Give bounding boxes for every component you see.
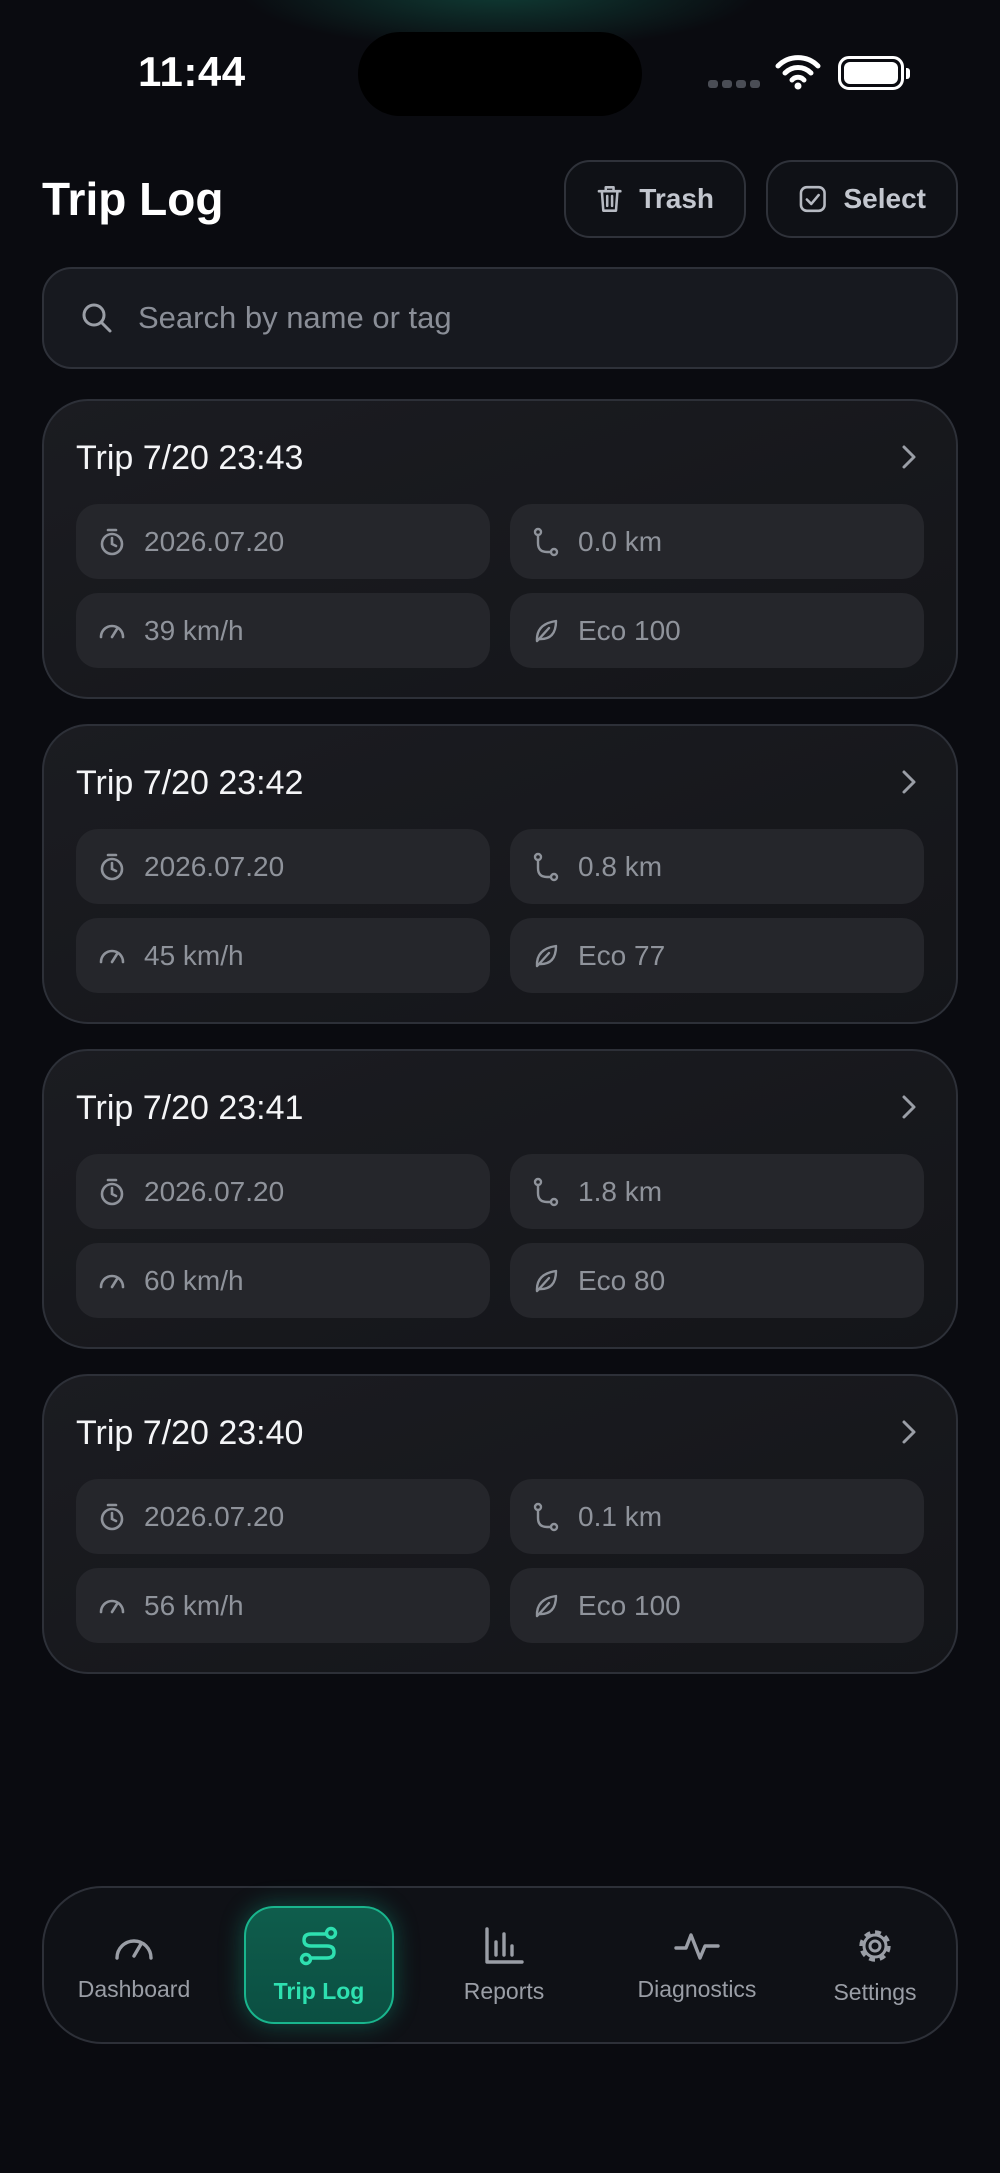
- trip-card[interactable]: Trip 7/20 23:42 2026.07.20 0.8 km 45 km/…: [42, 724, 958, 1024]
- select-button[interactable]: Select: [766, 160, 958, 238]
- chevron-right-icon: [902, 1095, 916, 1119]
- trip-eco: Eco 100: [578, 1589, 681, 1621]
- route-icon: [299, 1926, 338, 1965]
- trip-name: Trip 7/20 23:40: [76, 1414, 304, 1452]
- trip-name: Trip 7/20 23:43: [76, 439, 304, 477]
- leaf-icon: [535, 619, 558, 642]
- trip-eco-chip: Eco 77: [510, 918, 924, 993]
- leaf-icon: [535, 1594, 558, 1617]
- battery-icon: [838, 56, 910, 90]
- trip-distance-chip: 0.1 km: [510, 1479, 924, 1554]
- stopwatch-icon: [100, 853, 124, 880]
- trip-date: 2026.07.20: [144, 525, 285, 557]
- trash-icon: [597, 186, 622, 212]
- chevron-right-icon: [902, 445, 916, 469]
- trip-distance-chip: 0.8 km: [510, 829, 924, 904]
- bar-chart-icon: [485, 1926, 524, 1964]
- select-label: Select: [843, 183, 927, 214]
- trash-button[interactable]: Trash: [564, 160, 746, 238]
- trip-date-chip: 2026.07.20: [76, 829, 490, 904]
- checkbox-icon: [799, 185, 826, 213]
- trip-speed-chip: 39 km/h: [76, 593, 490, 668]
- search-bar[interactable]: [42, 267, 958, 369]
- trip-name: Trip 7/20 23:41: [76, 1089, 304, 1127]
- tab-dashboard[interactable]: Dashboard: [64, 1906, 204, 2024]
- stopwatch-icon: [100, 1503, 124, 1530]
- pulse-icon: [674, 1932, 720, 1960]
- trip-eco: Eco 77: [578, 939, 666, 971]
- trip-date: 2026.07.20: [144, 1175, 285, 1207]
- chevron-right-icon: [902, 1420, 916, 1444]
- trip-eco-chip: Eco 80: [510, 1243, 924, 1318]
- trip-date: 2026.07.20: [144, 1500, 285, 1532]
- search-icon: [82, 303, 112, 333]
- trip-eco-chip: Eco 100: [510, 593, 924, 668]
- stopwatch-icon: [100, 1178, 124, 1205]
- speedometer-icon: [99, 1599, 125, 1613]
- trip-speed: 56 km/h: [144, 1589, 244, 1621]
- route-icon: [533, 1177, 559, 1206]
- trip-speed: 60 km/h: [144, 1264, 244, 1296]
- trip-date-chip: 2026.07.20: [76, 1154, 490, 1229]
- trip-distance: 0.1 km: [578, 1500, 663, 1532]
- gear-icon: [859, 1929, 891, 1962]
- route-icon: [533, 852, 559, 881]
- tab-label: Trip Log: [273, 1977, 365, 2004]
- tab-diagnostics[interactable]: Diagnostics: [607, 1906, 787, 2024]
- trip-distance-chip: 0.0 km: [510, 504, 924, 579]
- trip-eco: Eco 100: [578, 614, 681, 646]
- trip-speed-chip: 56 km/h: [76, 1568, 490, 1643]
- tab-settings[interactable]: Settings: [810, 1906, 940, 2024]
- trip-date-chip: 2026.07.20: [76, 504, 490, 579]
- trip-card[interactable]: Trip 7/20 23:43 2026.07.20 0.0 km 39 km/…: [42, 399, 958, 699]
- tab-trip-log[interactable]: Trip Log: [244, 1906, 394, 2024]
- trip-card[interactable]: Trip 7/20 23:40 2026.07.20 0.1 km 56 km/…: [42, 1374, 958, 1674]
- trip-eco: Eco 80: [578, 1264, 666, 1296]
- tab-label: Diagnostics: [637, 1975, 757, 2002]
- trip-eco-chip: Eco 100: [510, 1568, 924, 1643]
- speedometer-icon: [99, 1274, 125, 1288]
- leaf-icon: [535, 944, 558, 967]
- trip-date-chip: 2026.07.20: [76, 1479, 490, 1554]
- route-icon: [533, 527, 559, 556]
- stopwatch-icon: [100, 528, 124, 555]
- trip-date: 2026.07.20: [144, 850, 285, 882]
- bottom-tab-bar: Dashboard Trip Log Reports Diagnostics S…: [42, 1886, 958, 2044]
- trip-distance: 0.8 km: [578, 850, 663, 882]
- trip-list: Trip 7/20 23:43 2026.07.20 0.0 km 39 km/…: [42, 399, 958, 1699]
- trip-speed: 45 km/h: [144, 939, 244, 971]
- cellular-signal-icon: [708, 80, 760, 88]
- search-input[interactable]: [138, 300, 898, 336]
- gauge-icon: [115, 1938, 153, 1960]
- trip-distance: 1.8 km: [578, 1175, 663, 1207]
- trip-distance: 0.0 km: [578, 525, 663, 557]
- trip-card[interactable]: Trip 7/20 23:41 2026.07.20 1.8 km 60 km/…: [42, 1049, 958, 1349]
- leaf-icon: [535, 1269, 558, 1292]
- tab-label: Reports: [463, 1977, 545, 2004]
- trip-name: Trip 7/20 23:42: [76, 764, 304, 802]
- tab-reports[interactable]: Reports: [434, 1906, 574, 2024]
- tab-label: Dashboard: [77, 1975, 191, 2002]
- speedometer-icon: [99, 624, 125, 638]
- page-title: Trip Log: [42, 173, 224, 225]
- trip-speed: 39 km/h: [144, 614, 244, 646]
- chevron-right-icon: [902, 770, 916, 794]
- route-icon: [533, 1502, 559, 1531]
- trip-log-screen: 11:44 Trip Log Trash Select Trip 7: [0, 0, 1000, 2173]
- trash-label: Trash: [639, 183, 714, 214]
- trip-distance-chip: 1.8 km: [510, 1154, 924, 1229]
- tab-label: Settings: [833, 1978, 917, 2005]
- dynamic-island: [358, 32, 642, 116]
- trip-speed-chip: 60 km/h: [76, 1243, 490, 1318]
- status-time: 11:44: [138, 48, 246, 95]
- wifi-icon: [775, 55, 821, 90]
- trip-speed-chip: 45 km/h: [76, 918, 490, 993]
- speedometer-icon: [99, 949, 125, 963]
